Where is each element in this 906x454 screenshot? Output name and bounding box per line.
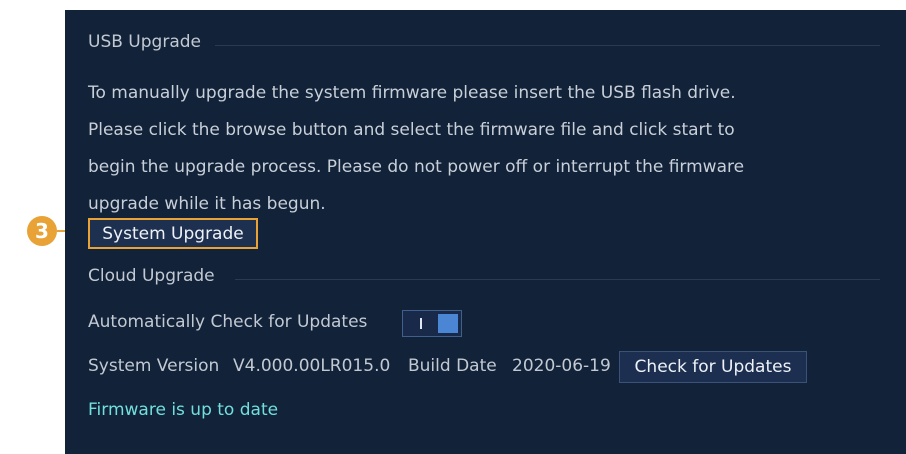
callout-badge: 3: [27, 216, 57, 246]
auto-check-label: Automatically Check for Updates: [88, 312, 368, 332]
system-version-label: System Version: [88, 356, 220, 376]
toggle-on-mark: [420, 318, 422, 329]
system-upgrade-button[interactable]: System Upgrade: [88, 218, 258, 249]
description-line: begin the upgrade process. Please do not…: [88, 157, 745, 177]
upgrade-panel: USB Upgrade To manually upgrade the syst…: [65, 10, 906, 454]
usb-upgrade-description: To manually upgrade the system firmware …: [88, 75, 848, 223]
toggle-knob: [438, 314, 458, 333]
cloud-upgrade-divider: [235, 279, 880, 280]
usb-upgrade-title: USB Upgrade: [88, 32, 201, 52]
cloud-upgrade-title: Cloud Upgrade: [88, 266, 215, 286]
auto-check-toggle[interactable]: [402, 310, 462, 337]
firmware-status: Firmware is up to date: [88, 400, 279, 420]
build-date-label: Build Date: [408, 356, 497, 376]
system-version-value: V4.000.00LR015.0: [233, 356, 391, 376]
description-line: To manually upgrade the system firmware …: [88, 83, 736, 103]
check-for-updates-button[interactable]: Check for Updates: [619, 351, 807, 383]
build-date-value: 2020-06-19: [512, 356, 611, 376]
usb-upgrade-divider: [215, 45, 880, 46]
description-line: Please click the browse button and selec…: [88, 120, 735, 140]
